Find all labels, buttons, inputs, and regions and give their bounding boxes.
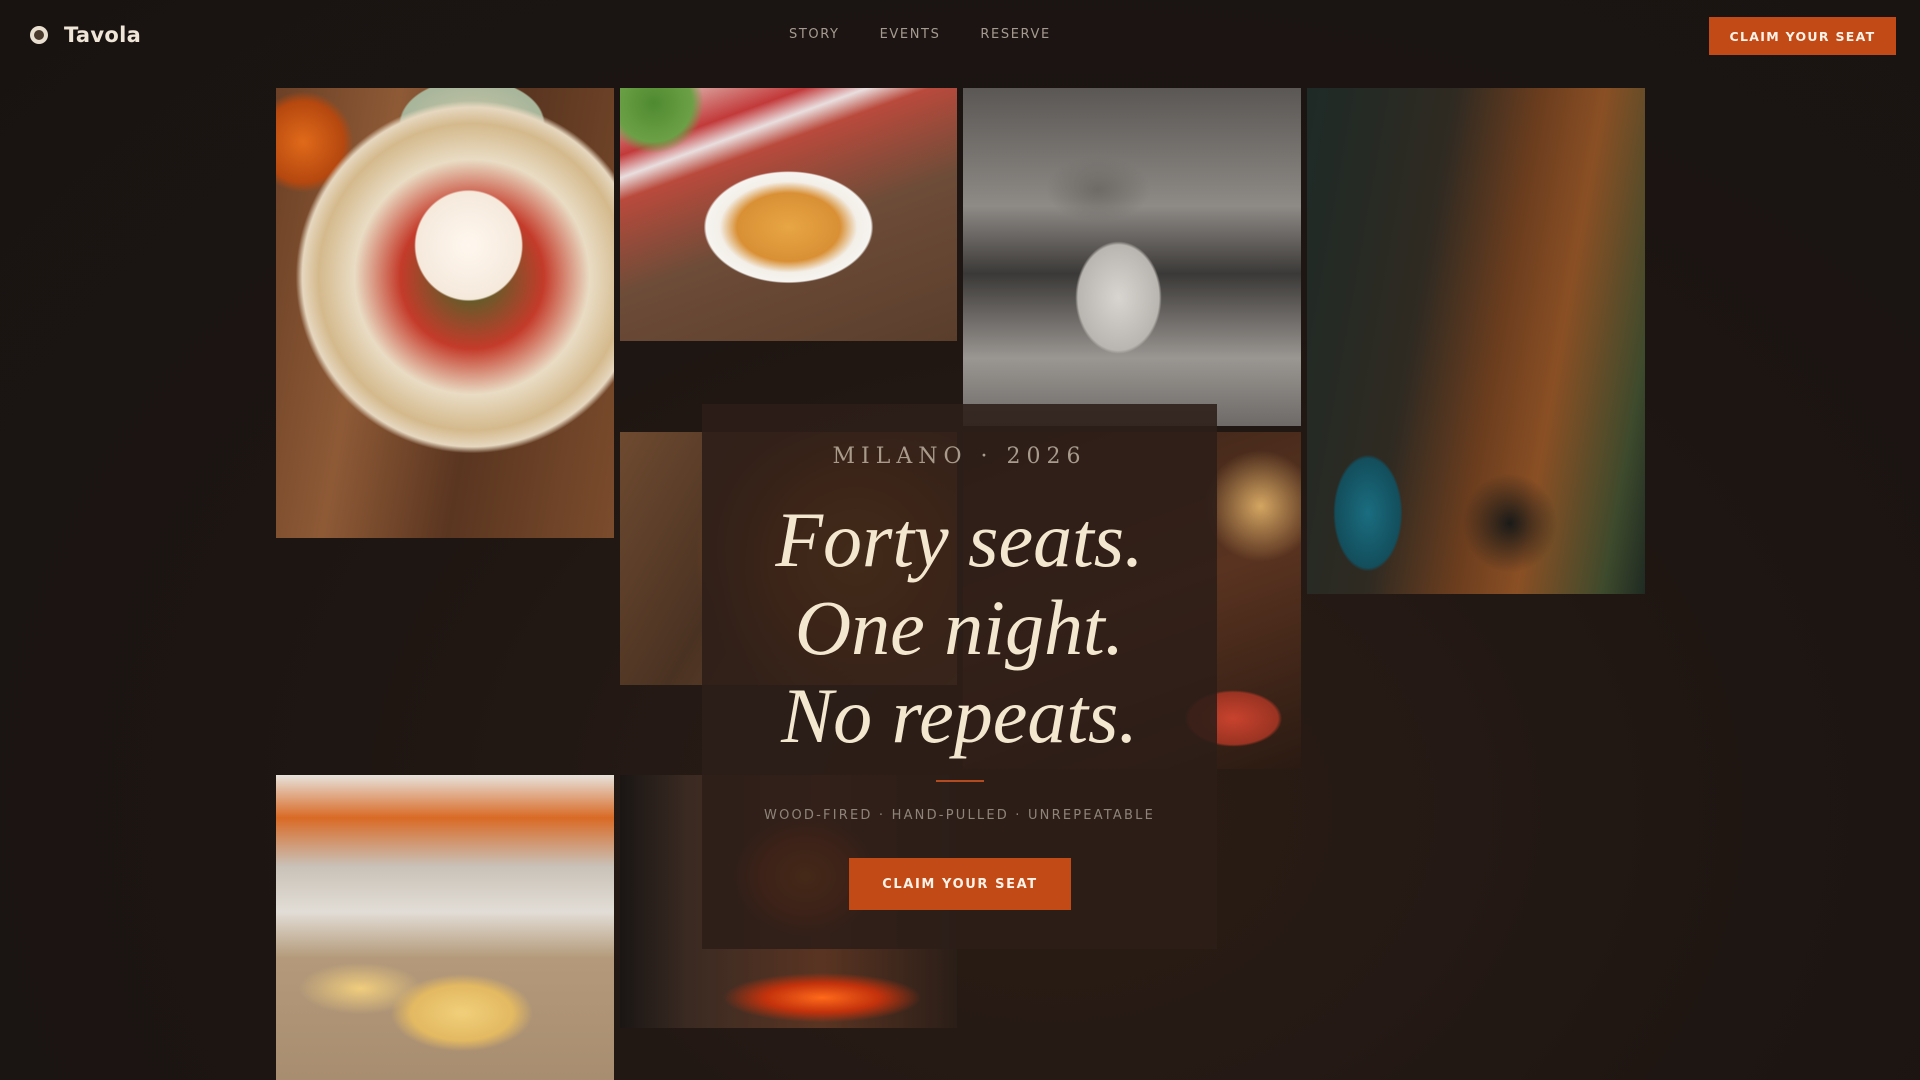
- divider: [936, 780, 984, 782]
- brand-name: Tavola: [64, 23, 142, 47]
- nav-events-link[interactable]: EVENTS: [880, 27, 941, 42]
- brand[interactable]: Tavola: [30, 23, 141, 47]
- main-nav: STORY EVENTS RESERVE: [789, 27, 1051, 42]
- hero-tagline: WOOD-FIRED · HAND-PULLED · UNREPEATABLE: [764, 808, 1155, 823]
- photo-restaurant-terrace: [1307, 88, 1645, 594]
- hero-eyebrow: MILANO · 2026: [832, 444, 1087, 469]
- headline-line: One night.: [794, 584, 1125, 671]
- hero-panel: MILANO · 2026 Forty seats. One night. No…: [702, 404, 1217, 949]
- site-header: Tavola STORY EVENTS RESERVE CLAIM YOUR S…: [0, 0, 1920, 72]
- logo-icon: [30, 26, 48, 44]
- photo-burrata-dish: [276, 88, 614, 538]
- photo-chef-hands-dough: [963, 88, 1301, 426]
- photo-fresh-pasta: [276, 775, 614, 1080]
- hero-headline: Forty seats. One night. No repeats.: [702, 496, 1217, 760]
- headline-line: No repeats.: [781, 672, 1138, 759]
- nav-reserve-link[interactable]: RESERVE: [980, 27, 1050, 42]
- photo-spaghetti-bowl: [620, 88, 957, 341]
- headline-line: Forty seats.: [775, 496, 1144, 583]
- nav-story-link[interactable]: STORY: [789, 27, 840, 42]
- hero-claim-seat-button[interactable]: CLAIM YOUR SEAT: [849, 858, 1071, 910]
- header-claim-seat-button[interactable]: CLAIM YOUR SEAT: [1709, 17, 1896, 55]
